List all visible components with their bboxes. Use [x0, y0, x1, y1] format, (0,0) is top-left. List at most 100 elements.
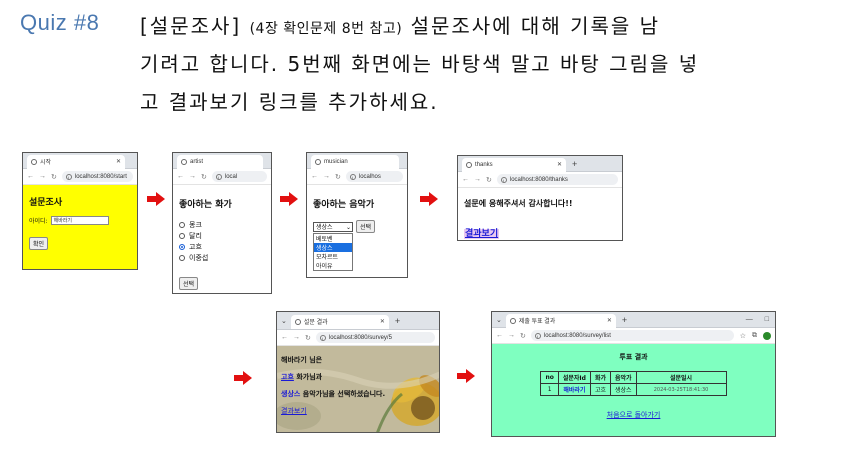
tab-vote-result[interactable]: 제출 투표 결과 ✕	[505, 313, 616, 328]
dropdown-option[interactable]: 모차르트	[314, 252, 352, 261]
back-icon[interactable]: ←	[496, 332, 503, 339]
select-row: 생상스 ⌄ 선택	[313, 220, 401, 233]
radio-icon[interactable]	[179, 222, 185, 228]
close-icon[interactable]: ✕	[374, 318, 385, 325]
table-cell: 고흐	[589, 383, 611, 396]
new-tab-icon[interactable]: +	[572, 159, 577, 169]
column-header: 설문일시	[635, 371, 727, 384]
forward-icon[interactable]: →	[474, 176, 481, 183]
back-icon[interactable]: ←	[177, 173, 184, 180]
radio-option[interactable]: 달리	[179, 231, 265, 241]
profile-avatar[interactable]	[763, 331, 771, 340]
url-text: local	[224, 173, 238, 180]
minimize-icon[interactable]: —	[746, 316, 753, 323]
tab-menu-icon[interactable]: ⌄	[496, 316, 502, 324]
url-field[interactable]: i localhost:8080/survey/5	[315, 332, 435, 343]
question-line-1: [설문조사] (4장 확인문제 8번 참고) 설문조사에 대해 기록을 남	[140, 10, 660, 39]
address-bar: ← → ↻ i localhost:8080/start	[23, 169, 137, 185]
url-text: localhos	[358, 173, 381, 180]
result-line-3: 생상스 음악가님을 선택하셨습니다.	[281, 386, 435, 403]
musician-select[interactable]: 생상스 ⌄	[313, 221, 353, 232]
tab-bar: musician	[307, 153, 407, 169]
info-icon: i	[215, 173, 222, 180]
tab-artist[interactable]: artist	[177, 154, 263, 169]
column-header: 음악가	[609, 371, 637, 384]
back-icon[interactable]: ←	[281, 334, 288, 341]
tab-musician[interactable]: musician	[311, 154, 399, 169]
maximize-icon[interactable]: □	[765, 316, 769, 323]
dropdown-option-highlighted[interactable]: 생상스	[314, 243, 352, 252]
user-id-text: 해바라기	[281, 356, 307, 364]
back-icon[interactable]: ←	[462, 176, 469, 183]
close-icon[interactable]: ✕	[110, 158, 121, 165]
reload-icon[interactable]: ↻	[520, 332, 526, 340]
reload-icon[interactable]: ↻	[335, 173, 341, 181]
tab-title: 시작	[40, 160, 52, 166]
back-to-start-link[interactable]: 처음으로 돌아가기	[607, 411, 661, 419]
page-body: 좋아하는 화가 몽크 달리 고흐 이중섭 선택	[173, 185, 271, 293]
question-line-3: 고 결과보기 링크를 추가하세요.	[140, 90, 439, 114]
globe-icon	[466, 161, 472, 168]
result-line-1: 해바라기 님은	[281, 352, 435, 369]
question-text-1: 설문조사에 대해 기록을 남	[410, 14, 661, 38]
radio-label: 달리	[189, 232, 202, 240]
reload-icon[interactable]: ↻	[305, 334, 311, 342]
forward-icon[interactable]: →	[39, 173, 46, 180]
tab-survey-result[interactable]: 설문 결과 ✕	[290, 314, 389, 329]
submit-button[interactable]: 확인	[29, 237, 49, 250]
submit-button[interactable]: 선택	[356, 220, 376, 233]
table-cell-link[interactable]: 해바라기	[557, 383, 591, 396]
url-field[interactable]: i localhost:8080/start	[61, 171, 133, 182]
result-text-fragment: 음악가님을 선택하셨습니다.	[300, 390, 386, 398]
forward-icon[interactable]: →	[323, 173, 330, 180]
tab-start[interactable]: 시작 ✕	[27, 154, 125, 169]
url-field[interactable]: i localhos	[345, 171, 403, 182]
radio-option[interactable]: 몽크	[179, 220, 265, 230]
address-bar: ← → ↻ i localhost:8080/survey/5	[277, 330, 439, 346]
page-title: 투표 결과	[619, 353, 648, 361]
reload-icon[interactable]: ↻	[486, 176, 492, 184]
url-field[interactable]: i localhost:8080/survey/list	[530, 330, 734, 341]
page-title: 좋아하는 화가	[179, 200, 232, 210]
close-icon[interactable]: ✕	[551, 161, 562, 168]
artist-link[interactable]: 고흐	[281, 373, 294, 381]
extensions-icon[interactable]: ⧉	[752, 332, 757, 340]
radio-icon[interactable]	[179, 233, 185, 239]
globe-icon	[181, 158, 187, 165]
forward-icon[interactable]: →	[293, 334, 300, 341]
radio-option-selected[interactable]: 고흐	[179, 242, 265, 252]
reload-icon[interactable]: ↻	[51, 173, 57, 181]
info-icon: i	[319, 334, 326, 341]
radio-option[interactable]: 이중섭	[179, 253, 265, 263]
back-icon[interactable]: ←	[311, 173, 318, 180]
close-icon[interactable]: ✕	[601, 317, 612, 324]
radio-icon[interactable]	[179, 255, 185, 261]
submit-button[interactable]: 선택	[179, 277, 199, 290]
select-dropdown-list: 베토벤 생상스 모차르트 아이유	[313, 233, 353, 271]
url-text: localhost:8080/start	[74, 173, 127, 180]
url-field[interactable]: i localhost:8080/thanks	[496, 174, 618, 185]
radio-checked-icon[interactable]	[179, 244, 185, 250]
back-icon[interactable]: ←	[27, 173, 34, 180]
info-icon: i	[65, 173, 72, 180]
globe-icon	[294, 318, 301, 325]
url-field[interactable]: i local	[211, 171, 267, 182]
id-input[interactable]: 해바라기	[50, 216, 109, 225]
table-header-row: no 설문자Id 화가 음악가 설문일시	[540, 371, 727, 384]
id-label: 아이디:	[29, 218, 48, 225]
new-tab-icon[interactable]: +	[395, 316, 400, 326]
result-link[interactable]: 결과보기	[464, 229, 500, 239]
new-tab-icon[interactable]: +	[622, 315, 627, 325]
result-line-2: 고흐 화가님과	[281, 369, 435, 386]
dropdown-option[interactable]: 베토벤	[314, 234, 352, 243]
tab-thanks[interactable]: thanks ✕	[462, 157, 566, 172]
result-link[interactable]: 결과보기	[281, 407, 307, 415]
reload-icon[interactable]: ↻	[201, 173, 207, 181]
tab-title: musician	[324, 158, 348, 165]
dropdown-option[interactable]: 아이유	[314, 261, 352, 270]
screen-thanks-window: thanks ✕ + ← → ↻ i localhost:8080/thanks …	[457, 155, 623, 241]
forward-icon[interactable]: →	[508, 332, 515, 339]
tab-menu-icon[interactable]: ⌄	[281, 317, 287, 325]
bookmark-star-icon[interactable]: ☆	[740, 332, 746, 340]
forward-icon[interactable]: →	[189, 173, 196, 180]
